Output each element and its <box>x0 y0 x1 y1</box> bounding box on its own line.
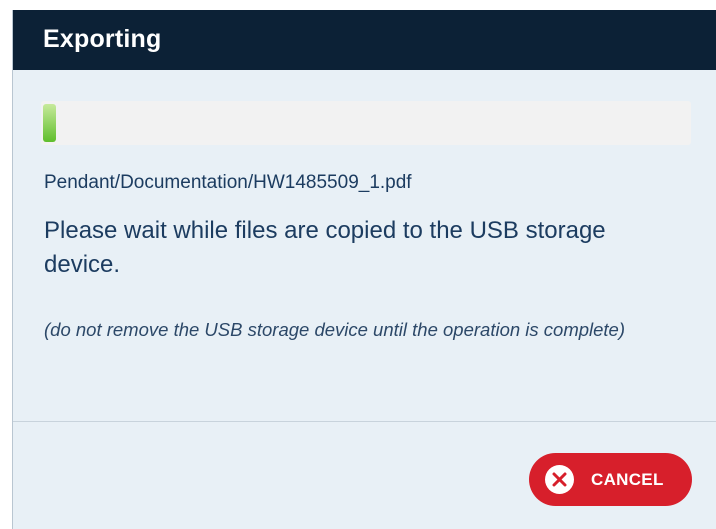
dialog-title: Exporting <box>43 25 162 53</box>
close-circle-icon <box>545 465 574 494</box>
cancel-button-label: CANCEL <box>591 470 664 489</box>
export-progress-bar <box>41 101 691 145</box>
export-progress-fill <box>43 104 56 142</box>
cancel-button[interactable]: CANCEL <box>529 453 692 506</box>
footer-divider <box>13 421 716 422</box>
export-dialog: Exporting Pendant/Documentation/HW148550… <box>12 10 716 529</box>
usb-warning-note: (do not remove the USB storage device un… <box>44 319 626 340</box>
dialog-title-bar: Exporting <box>13 10 716 70</box>
top-strip <box>0 0 716 10</box>
current-file-path: Pendant/Documentation/HW1485509_1.pdf <box>44 172 412 193</box>
wait-message: Please wait while files are copied to th… <box>44 217 606 278</box>
